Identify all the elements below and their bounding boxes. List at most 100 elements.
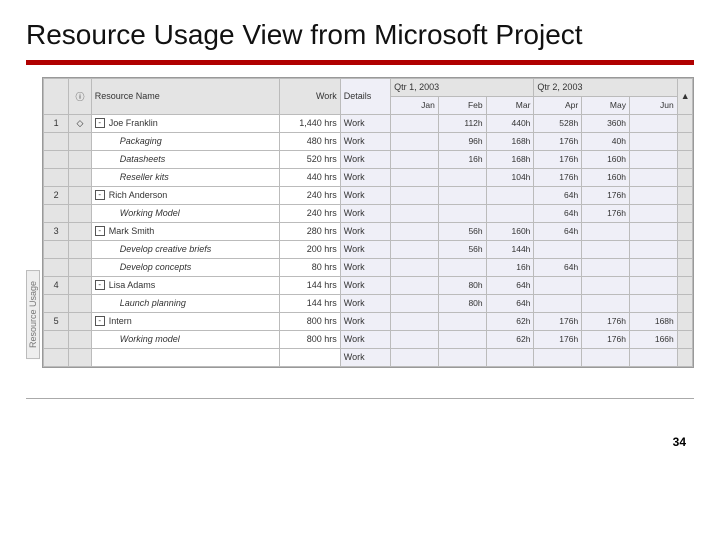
row-id[interactable]: [44, 204, 69, 222]
collapse-icon[interactable]: -: [95, 226, 105, 236]
timephased-cell[interactable]: [438, 312, 486, 330]
timephased-cell[interactable]: [629, 150, 677, 168]
timephased-cell[interactable]: [391, 168, 439, 186]
work-cell[interactable]: 240 hrs: [280, 204, 340, 222]
timephased-cell[interactable]: [629, 132, 677, 150]
details-cell[interactable]: Work: [340, 240, 390, 258]
scrollbar-track[interactable]: [677, 168, 692, 186]
scrollbar-track[interactable]: [677, 330, 692, 348]
work-cell[interactable]: 144 hrs: [280, 294, 340, 312]
row-indicator[interactable]: [69, 186, 92, 204]
work-cell[interactable]: [280, 348, 340, 366]
details-cell[interactable]: Work: [340, 312, 390, 330]
details-cell[interactable]: Work: [340, 222, 390, 240]
timephased-cell[interactable]: [391, 186, 439, 204]
timephased-cell[interactable]: 64h: [486, 294, 534, 312]
row-indicator[interactable]: [69, 240, 92, 258]
timephased-cell[interactable]: [629, 348, 677, 366]
resource-name-cell[interactable]: -Lisa Adams: [91, 276, 280, 294]
timephased-cell[interactable]: 176h: [534, 330, 582, 348]
row-id[interactable]: [44, 240, 69, 258]
table-row[interactable]: Working model800 hrsWork62h176h176h166h: [44, 330, 693, 348]
scrollbar-track[interactable]: [677, 312, 692, 330]
timephased-cell[interactable]: 160h: [582, 150, 630, 168]
timephased-cell[interactable]: [391, 132, 439, 150]
timephased-cell[interactable]: [629, 168, 677, 186]
details-cell[interactable]: Work: [340, 186, 390, 204]
table-row[interactable]: 1◇-Joe Franklin1,440 hrsWork112h440h528h…: [44, 114, 693, 132]
timephased-cell[interactable]: 62h: [486, 330, 534, 348]
timephased-cell[interactable]: [486, 348, 534, 366]
task-name-cell[interactable]: Packaging: [91, 132, 280, 150]
resource-name-cell[interactable]: -Rich Anderson: [91, 186, 280, 204]
header-month-mar[interactable]: Mar: [486, 96, 534, 114]
details-cell[interactable]: Work: [340, 330, 390, 348]
timephased-cell[interactable]: [391, 204, 439, 222]
row-indicator[interactable]: [69, 258, 92, 276]
work-cell[interactable]: 240 hrs: [280, 186, 340, 204]
header-info-icon[interactable]: ⓘ: [69, 78, 92, 114]
row-indicator[interactable]: [69, 312, 92, 330]
timephased-cell[interactable]: [438, 204, 486, 222]
header-details[interactable]: Details: [340, 78, 390, 114]
timephased-cell[interactable]: [486, 204, 534, 222]
timephased-cell[interactable]: 80h: [438, 276, 486, 294]
table-row[interactable]: Work: [44, 348, 693, 366]
row-id[interactable]: [44, 330, 69, 348]
details-cell[interactable]: Work: [340, 150, 390, 168]
table-row[interactable]: Working Model240 hrsWork64h176h: [44, 204, 693, 222]
table-row[interactable]: 5-Intern800 hrsWork62h176h176h168h: [44, 312, 693, 330]
task-name-cell[interactable]: Reseller kits: [91, 168, 280, 186]
timephased-cell[interactable]: [629, 222, 677, 240]
empty-name-cell[interactable]: [91, 348, 280, 366]
timephased-cell[interactable]: 16h: [438, 150, 486, 168]
timephased-cell[interactable]: [391, 294, 439, 312]
timephased-cell[interactable]: 56h: [438, 222, 486, 240]
timephased-cell[interactable]: [629, 204, 677, 222]
resource-name-cell[interactable]: -Joe Franklin: [91, 114, 280, 132]
timephased-cell[interactable]: [391, 114, 439, 132]
timephased-cell[interactable]: [438, 168, 486, 186]
scroll-up-button[interactable]: ▲: [677, 78, 692, 114]
scrollbar-track[interactable]: [677, 348, 692, 366]
row-indicator[interactable]: [69, 204, 92, 222]
row-indicator[interactable]: [69, 294, 92, 312]
timephased-cell[interactable]: 168h: [486, 132, 534, 150]
timephased-cell[interactable]: 176h: [534, 312, 582, 330]
row-indicator[interactable]: [69, 348, 92, 366]
timephased-cell[interactable]: [629, 240, 677, 258]
row-id[interactable]: 3: [44, 222, 69, 240]
timephased-cell[interactable]: 176h: [534, 168, 582, 186]
timephased-cell[interactable]: [391, 348, 439, 366]
timephased-cell[interactable]: [629, 258, 677, 276]
table-row[interactable]: Develop concepts80 hrsWork16h64h: [44, 258, 693, 276]
task-name-cell[interactable]: Develop concepts: [91, 258, 280, 276]
view-bar-label[interactable]: Resource Usage: [26, 270, 40, 359]
row-id[interactable]: [44, 168, 69, 186]
timephased-cell[interactable]: [438, 258, 486, 276]
timephased-cell[interactable]: 176h: [582, 204, 630, 222]
timephased-cell[interactable]: [391, 240, 439, 258]
timephased-cell[interactable]: [391, 150, 439, 168]
scrollbar-track[interactable]: [677, 114, 692, 132]
timephased-cell[interactable]: [534, 240, 582, 258]
timephased-cell[interactable]: 160h: [582, 168, 630, 186]
timephased-cell[interactable]: [629, 186, 677, 204]
task-name-cell[interactable]: Datasheets: [91, 150, 280, 168]
scrollbar-track[interactable]: [677, 150, 692, 168]
table-row[interactable]: 4-Lisa Adams144 hrsWork80h64h: [44, 276, 693, 294]
row-id[interactable]: 1: [44, 114, 69, 132]
collapse-icon[interactable]: -: [95, 280, 105, 290]
table-row[interactable]: Datasheets520 hrsWork16h168h176h160h: [44, 150, 693, 168]
details-cell[interactable]: Work: [340, 114, 390, 132]
table-row[interactable]: 2-Rich Anderson240 hrsWork64h176h: [44, 186, 693, 204]
collapse-icon[interactable]: -: [95, 190, 105, 200]
details-cell[interactable]: Work: [340, 276, 390, 294]
timephased-cell[interactable]: [534, 348, 582, 366]
timephased-cell[interactable]: [629, 276, 677, 294]
timephased-cell[interactable]: [391, 330, 439, 348]
table-row[interactable]: 3-Mark Smith280 hrsWork56h160h64h: [44, 222, 693, 240]
scrollbar-track[interactable]: [677, 132, 692, 150]
row-id[interactable]: [44, 258, 69, 276]
row-id[interactable]: 2: [44, 186, 69, 204]
